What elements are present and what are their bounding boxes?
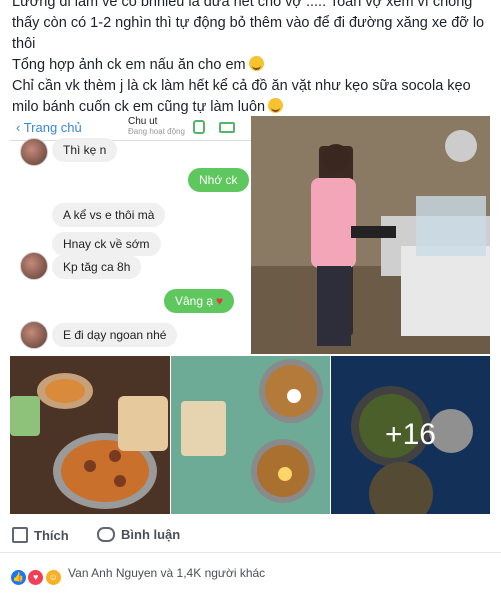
- reactions-text: Van Anh Nguyen và 1,4K người khác: [68, 566, 266, 580]
- avatar: [20, 138, 48, 166]
- photo-grid: ‹ Trang chủ Chu ut Đang hoạt động Thì kẹ…: [10, 116, 490, 514]
- post-actions: Thích Bình luận: [0, 520, 501, 553]
- post-line: thấy còn có 1-2 nghìn thì tự động bỏ thê…: [12, 15, 485, 31]
- comment-button[interactable]: Bình luận: [97, 527, 180, 542]
- cooking-scene-image: [251, 116, 490, 354]
- chat-bubble: E đi dạy ngoan nhé: [52, 323, 178, 347]
- post-line: Tổng hợp ảnh ck em nấu ăn cho em: [12, 55, 492, 76]
- chat-screenshot-photo[interactable]: ‹ Trang chủ Chu ut Đang hoạt động Thì kẹ…: [10, 116, 251, 354]
- more-photos-tile[interactable]: +16: [331, 356, 490, 514]
- video-icon: [219, 122, 235, 133]
- chat-bubble: Nhớ ck: [188, 168, 249, 192]
- like-reaction-icon: 👍: [10, 569, 27, 586]
- more-photos-count: +16: [331, 356, 490, 514]
- chat-header: ‹ Trang chủ Chu ut Đang hoạt động: [10, 116, 251, 141]
- chat-bubble: Vâng ạ ♥: [164, 289, 235, 313]
- smile-emoji-icon: [268, 98, 284, 113]
- avatar: [20, 252, 48, 280]
- smile-emoji-icon: [248, 56, 264, 71]
- chat-bubble: Kp tăg ca 8h: [52, 255, 142, 279]
- love-reaction-icon: ♥: [27, 569, 45, 586]
- post-text: Lương đi làm về có bnhiêu là đưa hết cho…: [12, 0, 492, 118]
- cooking-photo[interactable]: [251, 116, 490, 354]
- food-image: [171, 356, 330, 514]
- comment-label: Bình luận: [121, 527, 181, 542]
- chat-bubble: Hnay ck về sớm: [52, 232, 161, 256]
- chat-status: Đang hoạt động: [128, 127, 185, 136]
- thumbs-up-icon: [12, 527, 28, 543]
- post-line: Lương đi làm về có bnhiêu là đưa hết cho…: [12, 0, 473, 10]
- back-link: ‹ Trang chủ: [16, 120, 82, 135]
- heart-icon: ♥: [216, 294, 224, 308]
- like-button[interactable]: Thích: [12, 527, 69, 543]
- avatar: [20, 321, 48, 349]
- like-label: Thích: [34, 528, 69, 543]
- chat-bubble: Thì kẹ n: [52, 138, 118, 162]
- chat-title: Chu ut: [128, 116, 158, 127]
- comment-icon: [97, 527, 115, 542]
- chat-bubble: A kể vs e thôi mà: [52, 203, 166, 227]
- food-image: [10, 356, 170, 514]
- reactions-summary[interactable]: 👍 ♥ ☺ Van Anh Nguyen và 1,4K người khác: [10, 566, 265, 586]
- phone-icon: [193, 120, 205, 134]
- post-line: Chỉ cần vk thèm j là ck làm hết kể cả đồ…: [12, 78, 471, 94]
- food-photo[interactable]: [10, 356, 170, 514]
- post-line: thôi: [12, 36, 36, 52]
- haha-reaction-icon: ☺: [44, 569, 62, 586]
- food-photo[interactable]: [171, 356, 330, 514]
- post-line: milo bánh cuốn ck em cũng tự làm luôn: [12, 97, 492, 118]
